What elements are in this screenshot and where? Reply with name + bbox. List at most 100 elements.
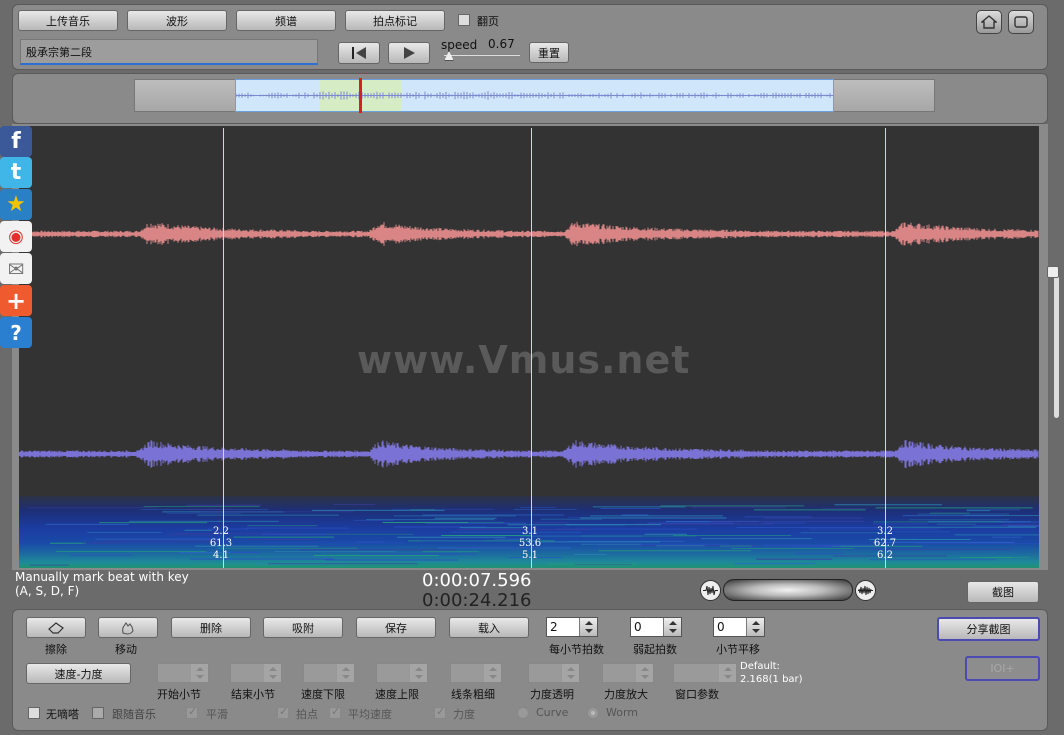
waveform-zoom-in-icon[interactable] xyxy=(855,580,876,601)
facebook-icon[interactable]: f xyxy=(0,126,32,157)
play-icon xyxy=(404,47,415,59)
hint-line-2: (A, S, D, F) xyxy=(15,584,80,598)
bar-shift-label: 小节平移 xyxy=(716,643,760,656)
worm-label: Worm xyxy=(606,706,639,719)
speed-max-label: 速度上限 xyxy=(375,688,419,701)
snap-button[interactable]: 吸附 xyxy=(263,617,343,638)
title-input-value: 殷承宗第二段 xyxy=(26,46,92,59)
add-share-icon[interactable]: + xyxy=(0,285,32,316)
flip-page-label: 翻页 xyxy=(477,15,499,28)
beat-label: 3.1 53.6 5.1 xyxy=(518,526,542,561)
average-speed-label: 平均速度 xyxy=(348,708,392,721)
dynamics-alpha-label: 力度透明 xyxy=(530,688,574,701)
speed-min-label: 速度下限 xyxy=(301,688,345,701)
beats-per-bar-stepper[interactable]: 2 xyxy=(546,617,598,637)
speed-min-stepper[interactable] xyxy=(303,663,355,683)
average-speed-checkbox[interactable] xyxy=(329,705,341,719)
curve-label: Curve xyxy=(536,706,569,719)
share-screenshot-button[interactable]: 分享截图 xyxy=(937,617,1040,641)
no-click-label: 无嘀嗒 xyxy=(46,708,79,721)
main-canvas[interactable]: www.Vmus.net xyxy=(19,126,1039,568)
beats-per-bar-label: 每小节拍数 xyxy=(549,643,604,656)
waveform-zoom-out-icon[interactable] xyxy=(700,580,721,601)
overview-playhead[interactable] xyxy=(359,78,362,113)
erase-label: 擦除 xyxy=(45,643,67,656)
beat-line[interactable] xyxy=(885,128,886,568)
fullscreen-icon[interactable] xyxy=(1008,10,1034,34)
line-width-stepper[interactable] xyxy=(450,663,502,683)
beat-mark-button[interactable]: 拍点标记 xyxy=(345,10,445,31)
beat-line[interactable] xyxy=(223,128,224,568)
eraser-icon xyxy=(48,621,64,634)
beat-line[interactable] xyxy=(531,128,532,568)
upload-music-button[interactable]: 上传音乐 xyxy=(18,10,118,31)
end-bar-stepper[interactable] xyxy=(230,663,282,683)
zoom-slider[interactable] xyxy=(723,579,853,601)
speed-max-stepper[interactable] xyxy=(376,663,428,683)
beat-label: 3.2 62.7 6.2 xyxy=(873,526,897,561)
pickup-beats-stepper[interactable]: 0 xyxy=(630,617,682,637)
dynamics-label: 力度 xyxy=(453,708,475,721)
dynamics-scale-stepper[interactable] xyxy=(602,663,654,683)
watermark: www.Vmus.net xyxy=(357,338,691,382)
beat-point-label: 拍点 xyxy=(296,708,318,721)
spectrum-button[interactable]: 频谱 xyxy=(236,10,336,31)
curve-radio[interactable] xyxy=(517,707,529,719)
hint-line-1: Manually mark beat with key xyxy=(15,570,189,584)
total-time: 0:00:24.216 xyxy=(422,590,532,611)
pickup-beats-label: 弱起拍数 xyxy=(633,643,677,656)
erase-button[interactable] xyxy=(26,617,86,638)
hand-icon xyxy=(122,621,134,635)
save-button[interactable]: 保存 xyxy=(356,617,436,638)
beats-per-bar-value: 2 xyxy=(550,620,558,634)
speed-slider[interactable] xyxy=(443,54,521,57)
speed-label: speed xyxy=(441,38,478,52)
play-button[interactable] xyxy=(388,42,430,64)
current-time: 0:00:07.596 xyxy=(422,570,532,591)
rewind-button[interactable] xyxy=(338,42,380,64)
window-param-label: 窗口参数 xyxy=(675,688,719,701)
screenshot-button[interactable]: 截图 xyxy=(967,581,1039,603)
load-button[interactable]: 载入 xyxy=(449,617,529,638)
smooth-checkbox[interactable] xyxy=(186,705,198,719)
dynamics-scale-label: 力度放大 xyxy=(604,688,648,701)
weibo-icon[interactable]: ◉ xyxy=(0,221,32,252)
beat-point-checkbox[interactable] xyxy=(277,705,289,719)
twitter-icon[interactable]: t xyxy=(0,157,32,188)
move-label: 移动 xyxy=(115,643,137,656)
title-input[interactable]: 殷承宗第二段 xyxy=(20,39,318,65)
end-bar-label: 结束小节 xyxy=(231,688,275,701)
speed-dynamics-button[interactable]: 速度-力度 xyxy=(26,663,131,684)
flip-page-checkbox[interactable] xyxy=(458,14,470,26)
follow-music-checkbox[interactable] xyxy=(92,707,104,719)
reset-speed-button[interactable]: 重置 xyxy=(529,42,569,63)
overview-waveform xyxy=(236,91,833,100)
bar-shift-value: 0 xyxy=(717,620,725,634)
follow-music-label: 跟随音乐 xyxy=(112,708,156,721)
window-param-stepper[interactable] xyxy=(673,663,737,683)
ioi-button[interactable]: IOI+ xyxy=(965,656,1040,681)
favorite-star-icon[interactable]: ★ xyxy=(0,189,32,220)
start-bar-stepper[interactable] xyxy=(157,663,209,683)
no-click-checkbox[interactable] xyxy=(28,707,40,719)
start-bar-label: 开始小节 xyxy=(157,688,201,701)
worm-radio[interactable] xyxy=(587,707,599,719)
vertical-scrollbar[interactable] xyxy=(1054,268,1059,418)
beat-label: 2.2 61.3 4.1 xyxy=(209,526,233,561)
speed-value: 0.67 xyxy=(488,37,515,51)
mail-icon[interactable]: ✉ xyxy=(0,253,32,284)
home-icon[interactable] xyxy=(976,10,1002,34)
skip-back-icon xyxy=(352,47,366,59)
default-line-2: 2.168(1 bar) xyxy=(740,674,803,685)
help-icon[interactable]: ? xyxy=(0,317,32,348)
waveform-button[interactable]: 波形 xyxy=(127,10,227,31)
dynamics-alpha-stepper[interactable] xyxy=(528,663,580,683)
smooth-label: 平滑 xyxy=(206,708,228,721)
scroll-thumb[interactable] xyxy=(1047,266,1059,278)
pickup-beats-value: 0 xyxy=(634,620,642,634)
dynamics-checkbox[interactable] xyxy=(434,705,446,719)
line-width-label: 线条粗细 xyxy=(451,688,495,701)
delete-button[interactable]: 删除 xyxy=(171,617,251,638)
bar-shift-stepper[interactable]: 0 xyxy=(713,617,765,637)
move-button[interactable] xyxy=(98,617,158,638)
